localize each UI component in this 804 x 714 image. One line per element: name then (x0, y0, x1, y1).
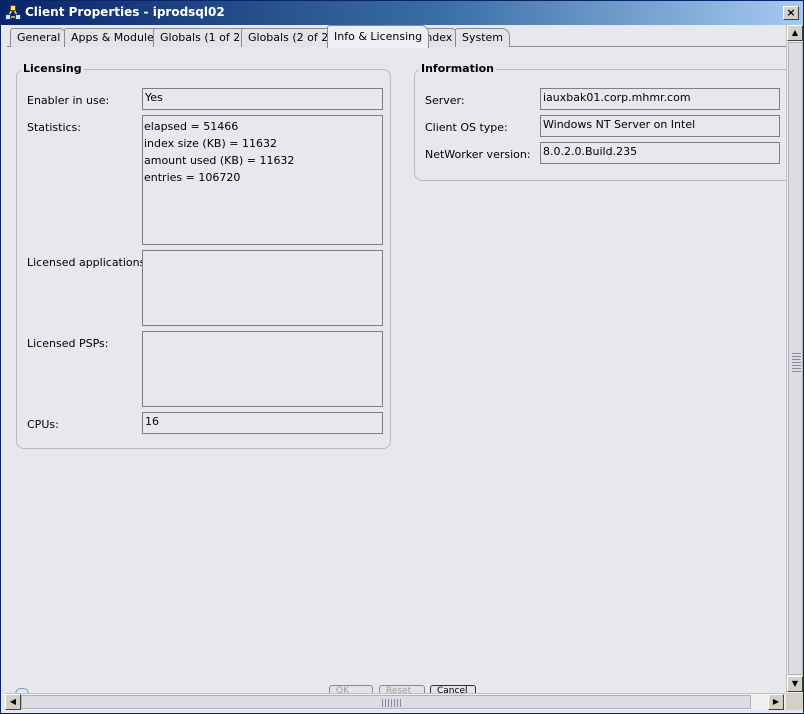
licensed-apps-field[interactable] (142, 250, 383, 326)
client-properties-window: Client Properties - iprodsql02 × General… (0, 0, 804, 714)
networker-version-label: NetWorker version: (425, 148, 531, 161)
tab-info-licensing[interactable]: Info & Licensing (327, 25, 430, 48)
enabler-label: Enabler in use: (27, 94, 110, 107)
client-os-field[interactable]: Windows NT Server on Intel (540, 115, 780, 137)
window-title: Client Properties - iprodsql02 (25, 5, 225, 19)
server-label: Server: (425, 94, 465, 107)
tab-apps-modules[interactable]: Apps & Modules (64, 28, 167, 47)
tab-bar: General Apps & Modules Globals (1 of 2) … (7, 25, 787, 48)
network-nodes-icon (5, 5, 21, 21)
information-group: Information Server: iauxbak01.corp.mhmr.… (414, 62, 786, 181)
client-os-label: Client OS type: (425, 121, 508, 134)
scroll-right-icon[interactable]: ▶ (768, 694, 784, 710)
tab-system[interactable]: System (455, 28, 511, 47)
networker-version-field[interactable]: 8.0.2.0.Build.235 (540, 142, 780, 164)
horizontal-scrollbar[interactable]: ◀ ▶ (5, 693, 785, 710)
tab-globals-2[interactable]: Globals (2 of 2) (241, 28, 340, 47)
vertical-scrollbar[interactable]: ▲ ▼ (786, 25, 803, 693)
licensing-group: Licensing Enabler in use: Yes Statistics… (16, 62, 391, 449)
licensed-psps-label: Licensed PSPs: (27, 337, 109, 350)
scroll-grip-icon (792, 353, 801, 373)
statistics-field[interactable]: elapsed = 51466 index size (KB) = 11632 … (142, 115, 383, 245)
scroll-up-icon[interactable]: ▲ (787, 25, 803, 41)
tab-general[interactable]: General (10, 28, 68, 47)
horizontal-scroll-thumb[interactable] (21, 695, 751, 709)
scroll-left-icon[interactable]: ◀ (5, 694, 21, 710)
close-icon[interactable]: × (783, 6, 799, 20)
title-bar[interactable]: Client Properties - iprodsql02 × (1, 1, 803, 25)
licensing-title: Licensing (21, 62, 84, 75)
tab-content: Licensing Enabler in use: Yes Statistics… (5, 47, 786, 679)
enabler-field[interactable]: Yes (142, 88, 383, 110)
tab-globals-1[interactable]: Globals (1 of 2) (153, 28, 252, 47)
cpus-field[interactable]: 16 (142, 412, 383, 434)
scroll-down-icon[interactable]: ▼ (787, 676, 803, 692)
information-title: Information (419, 62, 496, 75)
scroll-grip-icon (382, 699, 402, 707)
licensed-apps-label: Licensed applications: (27, 256, 150, 269)
licensed-psps-field[interactable] (142, 331, 383, 407)
cpus-label: CPUs: (27, 418, 59, 431)
statistics-label: Statistics: (27, 121, 81, 134)
server-field[interactable]: iauxbak01.corp.mhmr.com (540, 88, 780, 110)
vertical-scroll-thumb[interactable] (788, 42, 803, 675)
scrollbar-corner (786, 693, 803, 710)
